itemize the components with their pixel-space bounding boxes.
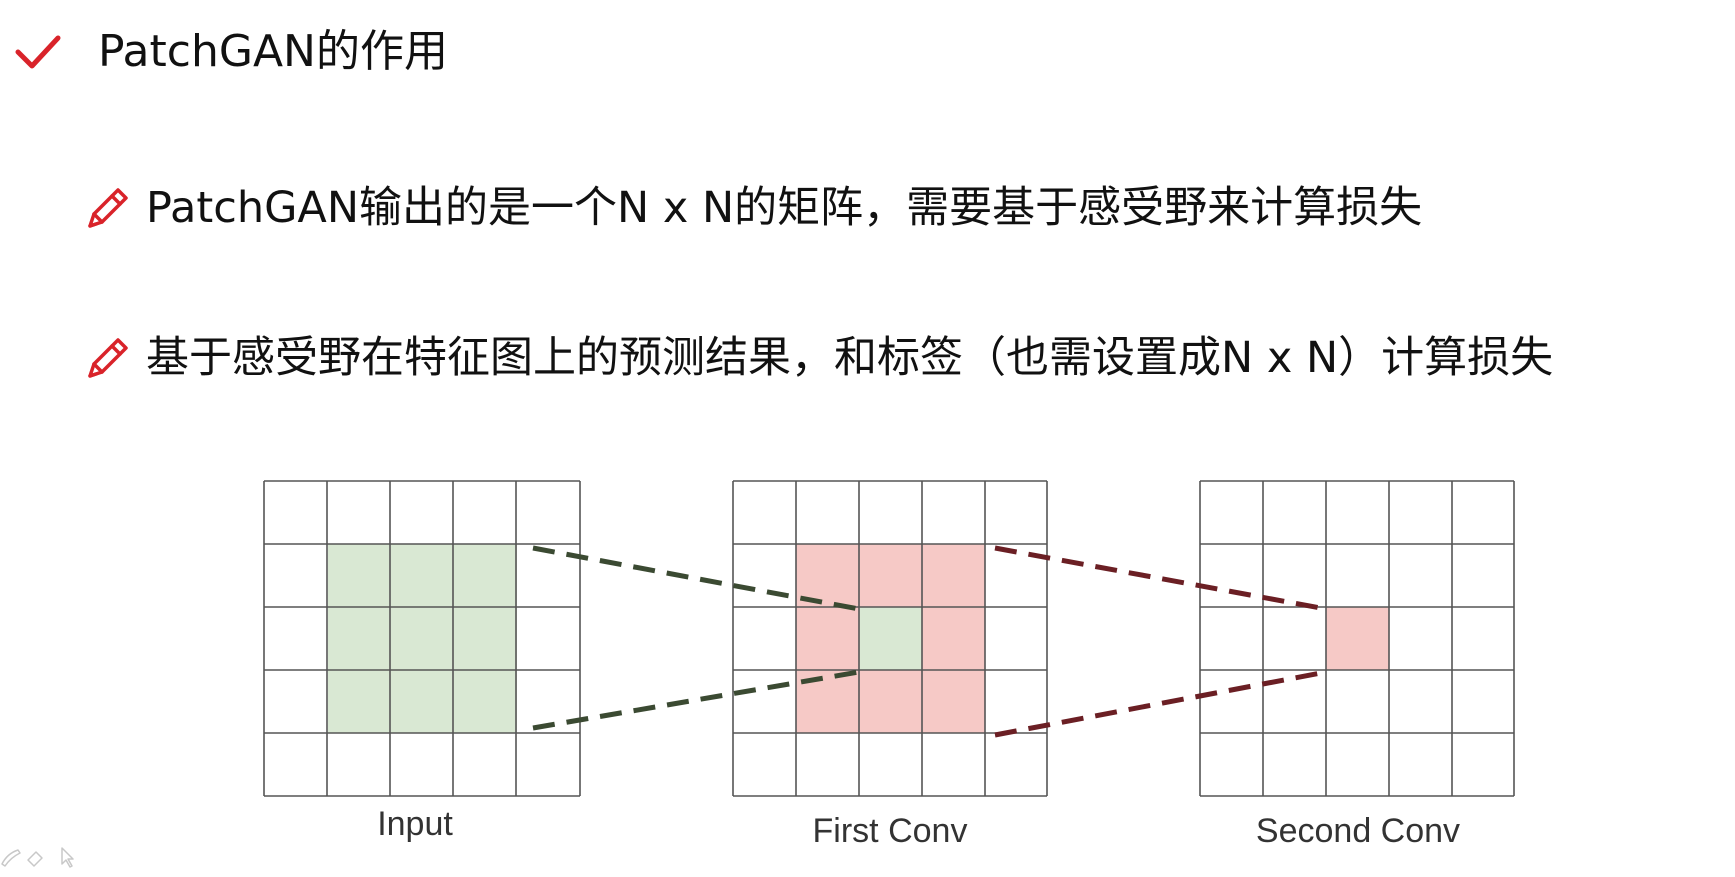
presentation-toolbar[interactable]	[0, 844, 80, 870]
first-conv-label: First Conv	[813, 812, 968, 850]
pen-tool-icon[interactable]	[1, 849, 21, 867]
second-conv-label: Second Conv	[1256, 812, 1460, 850]
pointer-tool-icon[interactable]	[61, 847, 74, 868]
receptive-field-diagram: Input First Conv Second Conv	[263, 480, 1515, 850]
red-projection-lines	[994, 545, 1327, 738]
eraser-tool-icon[interactable]	[27, 851, 43, 867]
first-conv-grid	[732, 480, 1048, 797]
second-conv-grid	[1199, 480, 1515, 797]
input-label: Input	[377, 805, 453, 843]
input-grid	[263, 480, 581, 797]
